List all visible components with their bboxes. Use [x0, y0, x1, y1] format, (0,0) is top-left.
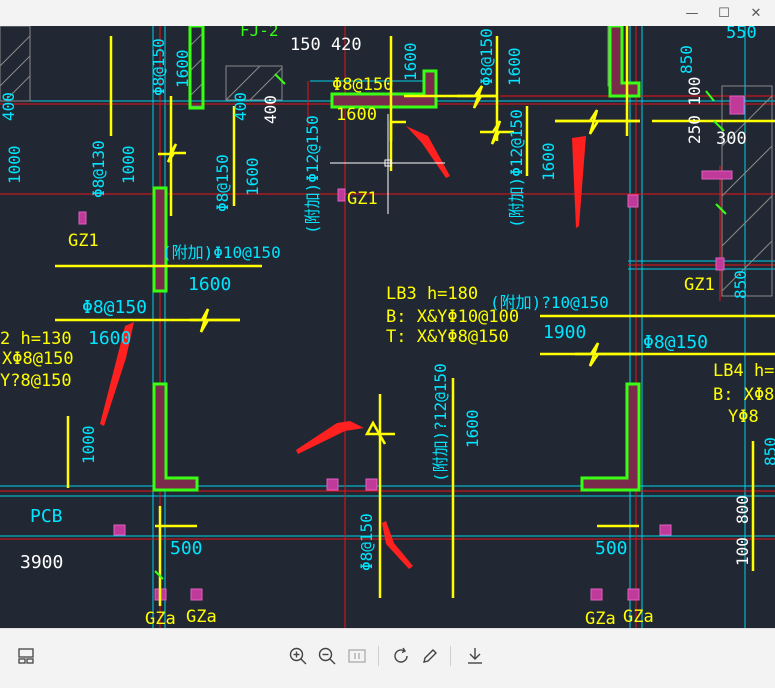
label-rebar: Φ8@150: [643, 332, 708, 353]
label-rebar: Φ8@130: [89, 140, 108, 198]
label-dim: 1600: [173, 49, 192, 88]
label-dim: 1600: [539, 142, 558, 181]
label-slab: T: X&YΦ8@150: [386, 327, 509, 347]
label-gza: GZa: [623, 607, 654, 627]
label-dim: 400: [261, 95, 280, 124]
label-dim: 850: [677, 45, 696, 74]
label-slab: XΦ8@150: [2, 349, 74, 369]
label-dim: 550: [726, 26, 757, 43]
label-dim: 1600: [336, 105, 377, 125]
toolbar-divider: [378, 646, 379, 666]
label-slab: B: XΦ8: [713, 385, 774, 405]
label-dim: 1900: [543, 322, 586, 343]
label-dim: 1600: [401, 42, 420, 81]
toolbar-divider: [450, 646, 451, 666]
label-rebar: Φ8@150: [477, 28, 496, 86]
label-dim: 400: [231, 92, 250, 121]
zoom-in-icon[interactable]: [285, 643, 311, 669]
cad-drawing: FJ-2 150 420 Φ8@150 1600 GZ1 GZ1 GZ1 (附加…: [0, 26, 775, 628]
label-dim: 1600: [88, 328, 131, 349]
label-gza: GZa: [585, 609, 616, 628]
label-slab: Y?8@150: [0, 371, 72, 391]
label-pcb: PCB: [30, 506, 63, 527]
hatched-walls: [0, 26, 773, 297]
label-rebar: (附加)?12@150: [431, 363, 450, 482]
fit-icon[interactable]: [344, 643, 370, 669]
label-dim: 1000: [5, 145, 24, 184]
rotate-icon[interactable]: [388, 643, 414, 669]
drawing-canvas[interactable]: FJ-2 150 420 Φ8@150 1600 GZ1 GZ1 GZ1 (附加…: [0, 26, 775, 628]
label-slab: LB4 h=1: [713, 361, 775, 381]
label-slab: 2 h=130: [0, 329, 72, 349]
label-gza: GZa: [145, 609, 176, 628]
edit-icon[interactable]: [417, 643, 443, 669]
label-dim: 3900: [20, 552, 63, 573]
label-gza: GZa: [186, 607, 217, 627]
label-rebar: (附加)Φ10@150: [162, 243, 281, 262]
label-rebar: Φ8@150: [332, 75, 393, 95]
label-dim: 500: [595, 538, 628, 559]
label-dim: 150 420: [290, 35, 362, 55]
label-rebar: (附加)Φ12@150: [507, 109, 526, 228]
download-icon[interactable]: [462, 643, 488, 669]
label-gz1: GZ1: [68, 231, 99, 251]
label-dim: 850: [731, 270, 750, 299]
label-dim: 1600: [505, 47, 524, 86]
label-rebar: Φ8@150: [82, 297, 147, 318]
label-dim: 1600: [463, 409, 482, 448]
layout-icon[interactable]: [13, 643, 39, 669]
label-dim: 1600: [243, 157, 262, 196]
title-bar: — ☐ ✕: [0, 0, 775, 26]
label-slab: LB3 h=180: [386, 284, 478, 304]
label-dim: 850: [761, 437, 775, 466]
label-dim: 1600: [188, 274, 231, 295]
label-slab: YΦ8: [728, 407, 759, 427]
label-rebar: (附加)?10@150: [490, 293, 609, 312]
label-dim: 100: [733, 537, 752, 566]
close-button[interactable]: ✕: [736, 0, 775, 26]
label-dim: 250 100: [685, 77, 704, 144]
label-dim: 500: [170, 538, 203, 559]
label-rebar: Φ8@150: [213, 154, 232, 212]
label-dim: 1000: [119, 145, 138, 184]
label-rebar: Φ8@150: [357, 513, 376, 571]
label-rebar: Φ8@150: [149, 38, 168, 96]
label-fj2: FJ-2: [240, 26, 279, 40]
label-gz1: GZ1: [347, 189, 378, 209]
label-dim: 800: [733, 495, 752, 524]
label-dim: 1000: [79, 425, 98, 464]
label-rebar: (附加)Φ12@150: [303, 115, 322, 234]
label-dim: 400: [0, 92, 18, 121]
zoom-out-icon[interactable]: [314, 643, 340, 669]
label-dim: 300: [716, 129, 747, 149]
label-gz1: GZ1: [684, 275, 715, 295]
viewer-toolbar: [0, 628, 775, 688]
